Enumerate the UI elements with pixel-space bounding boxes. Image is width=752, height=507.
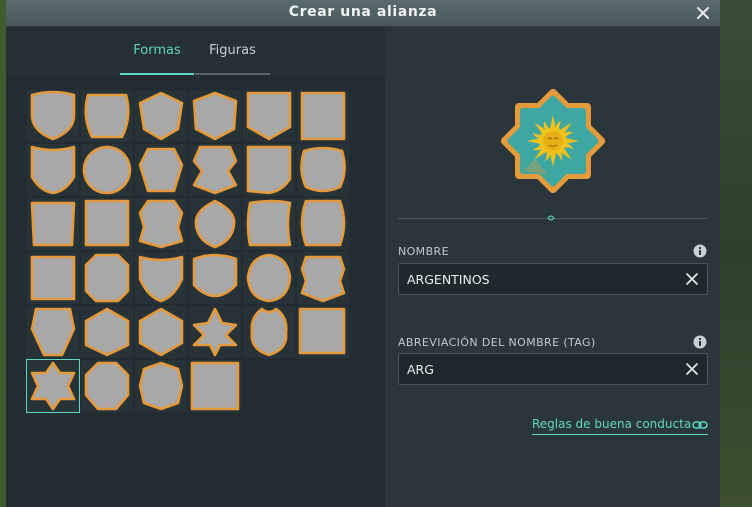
close-icon[interactable] [694,4,712,22]
shape-icon [189,90,241,142]
shape-icon [135,144,187,196]
shape-option[interactable] [188,359,242,413]
shape-option[interactable] [296,89,350,143]
shape-option[interactable] [242,143,296,197]
name-field [398,263,708,295]
shape-option[interactable] [26,359,80,413]
shape-option[interactable] [188,143,242,197]
shape-icon [135,306,187,358]
tab-formas[interactable]: Formas [120,27,194,75]
shape-option[interactable] [134,305,188,359]
shape-icon [27,306,79,358]
external-link-icon [692,421,708,429]
shape-icon [27,252,79,304]
shape-icon [189,306,241,358]
shape-option[interactable] [296,143,350,197]
shape-icon [27,360,79,412]
shape-icon [135,198,187,250]
shape-option[interactable] [134,89,188,143]
shape-option[interactable] [80,251,134,305]
shape-option[interactable] [26,197,80,251]
shape-icon [135,90,187,142]
shape-option[interactable] [188,197,242,251]
shape-icon [27,90,79,142]
tab-figuras[interactable]: Figuras [195,27,270,75]
shape-icon [243,198,295,250]
shape-grid [26,89,350,413]
name-input[interactable] [407,264,677,294]
shape-option[interactable] [26,305,80,359]
tab-bar: Formas Figuras [6,27,385,75]
alliance-emblem-preview [500,88,606,194]
clear-tag-icon[interactable] [685,362,699,376]
shape-icon [27,144,79,196]
shape-icon [189,144,241,196]
shape-option[interactable] [296,305,350,359]
shape-option[interactable] [80,197,134,251]
conduct-rules-link[interactable]: Reglas de buena conducta [532,417,708,435]
shape-option[interactable] [26,251,80,305]
tag-field [398,353,708,385]
shape-option[interactable] [26,143,80,197]
shape-option[interactable] [242,197,296,251]
shape-icon [297,144,349,196]
shape-icon [135,360,187,412]
shape-icon [189,198,241,250]
shape-icon [81,90,133,142]
dialog-titlebar: Crear una alianza [6,0,720,27]
shape-icon [297,90,349,142]
tag-label: ABREVIACIÓN DEL NOMBRE (TAG) [398,336,596,349]
shape-option[interactable] [242,251,296,305]
shape-icon [81,306,133,358]
shape-icon [243,252,295,304]
shape-icon [27,198,79,250]
shape-icon [189,360,241,412]
shape-icon [243,90,295,142]
shape-option[interactable] [26,89,80,143]
shape-option[interactable] [80,89,134,143]
conduct-rules-label: Reglas de buena conducta [532,417,692,431]
background-right [720,0,752,507]
shape-icon [297,252,349,304]
dialog-title: Crear una alianza [288,4,438,20]
clear-name-icon[interactable] [685,272,699,286]
shape-option[interactable] [242,305,296,359]
shape-icon [81,144,133,196]
shape-option[interactable] [134,251,188,305]
shape-icon [81,252,133,304]
shape-icon [243,306,295,358]
shape-icon [135,252,187,304]
shape-option[interactable] [134,359,188,413]
shape-option[interactable] [296,251,350,305]
tag-input[interactable] [407,354,677,384]
shape-icon [189,252,241,304]
shape-option[interactable] [80,359,134,413]
shape-icon [297,198,349,250]
shape-icon [297,306,349,358]
name-label: NOMBRE [398,245,449,258]
shape-icon [81,198,133,250]
shape-option[interactable] [296,197,350,251]
shape-picker-panel: Formas Figuras [6,27,385,507]
shape-option[interactable] [80,143,134,197]
divider-ornament [547,215,555,221]
shape-option[interactable] [188,251,242,305]
shape-option[interactable] [134,197,188,251]
shape-option[interactable] [188,305,242,359]
alliance-details-panel: NOMBRE ABREVIACIÓN DEL NOMBRE (TAG) Regl… [385,27,720,507]
shape-icon [81,360,133,412]
shape-option[interactable] [242,89,296,143]
shape-option[interactable] [80,305,134,359]
shape-option[interactable] [188,89,242,143]
info-icon[interactable] [693,335,707,349]
info-icon[interactable] [693,244,707,258]
shape-icon [243,144,295,196]
create-alliance-dialog: Crear una alianza Formas Figuras NOMBRE … [6,0,720,507]
shape-option[interactable] [134,143,188,197]
